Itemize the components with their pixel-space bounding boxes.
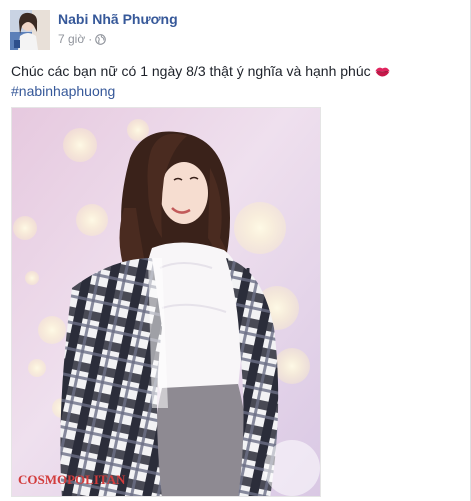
post-photo[interactable] — [11, 107, 321, 497]
post-message-line: Chúc các bạn nữ có 1 ngày 8/3 thật ý ngh… — [11, 61, 461, 81]
hashtag-link[interactable]: #nabinhaphuong — [11, 81, 461, 101]
author-avatar[interactable] — [10, 10, 50, 50]
post-message: Chúc các bạn nữ có 1 ngày 8/3 thật ý ngh… — [11, 61, 461, 101]
kiss-lips-icon — [375, 62, 390, 77]
post-meta: 7 giờ · — [58, 32, 107, 46]
globe-icon[interactable] — [95, 33, 107, 45]
cosmopolitan-watermark: COSMOPOLITAN — [18, 472, 126, 487]
post-message-text: Chúc các bạn nữ có 1 ngày 8/3 thật ý ngh… — [11, 63, 371, 79]
timestamp-link[interactable]: 7 giờ — [58, 32, 85, 46]
author-name-link[interactable]: Nabi Nhã Phương — [58, 11, 178, 27]
meta-separator: · — [88, 32, 93, 46]
facebook-post: Nabi Nhã Phương 7 giờ · Chúc các bạn nữ … — [0, 0, 471, 501]
photo-illustration — [12, 108, 320, 496]
